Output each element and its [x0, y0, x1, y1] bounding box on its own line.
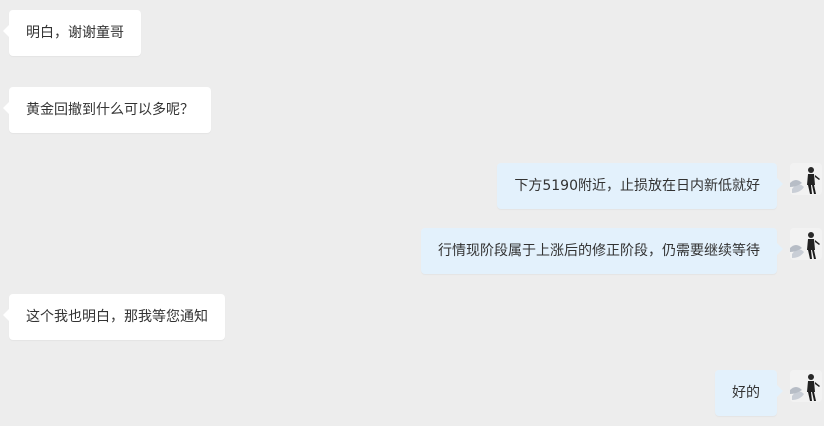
chat-window: 明白，谢谢童哥 黄金回撤到什么可以多呢？ 下方5190附近，止损放在日内新低就好…: [0, 0, 824, 426]
incoming-message-bubble[interactable]: 黄金回撤到什么可以多呢？: [3, 87, 211, 133]
outgoing-message-bubble[interactable]: 行情现阶段属于上涨后的修正阶段，仍需要继续等待: [421, 228, 783, 274]
incoming-message-bubble[interactable]: 这个我也明白，那我等您通知: [3, 294, 225, 340]
outgoing-message-bubble[interactable]: 好的: [715, 370, 783, 416]
user-avatar-icon[interactable]: [790, 163, 822, 195]
user-avatar-icon[interactable]: [790, 228, 822, 260]
outgoing-message-bubble[interactable]: 下方5190附近，止损放在日内新低就好: [497, 163, 783, 209]
incoming-message-bubble[interactable]: 明白，谢谢童哥: [3, 10, 141, 56]
user-avatar-icon[interactable]: [790, 370, 822, 402]
